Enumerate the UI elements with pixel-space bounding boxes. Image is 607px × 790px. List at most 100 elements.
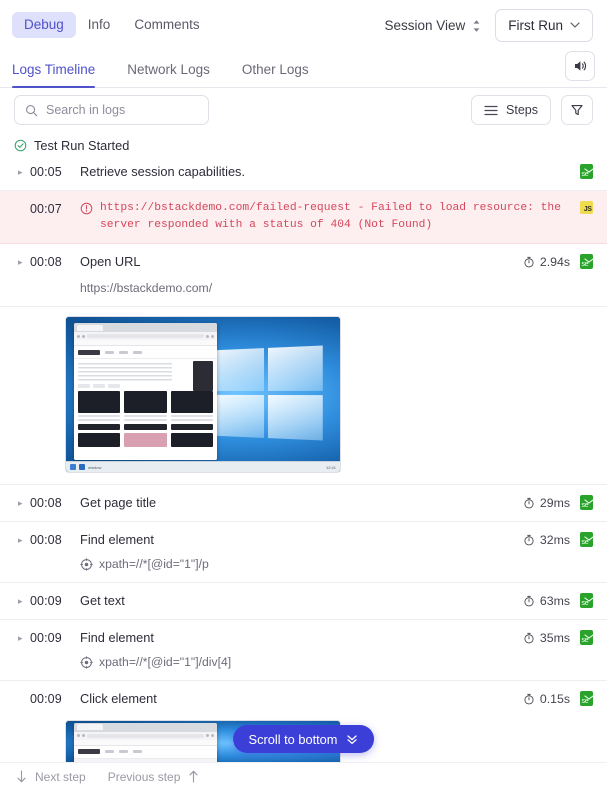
screenshot-thumbnail[interactable]: window 12:41 [66, 317, 340, 472]
log-duration: 2.94s [523, 255, 570, 269]
log-body: Click element [80, 690, 513, 708]
windows-logo [215, 345, 323, 441]
stopwatch-icon [523, 595, 535, 607]
search-input[interactable]: Search in logs [14, 95, 209, 125]
stopwatch-icon [523, 497, 535, 509]
log-right-meta: 29ms [513, 494, 593, 510]
tab-network-logs[interactable]: Network Logs [127, 62, 210, 87]
site-body [74, 359, 217, 460]
session-view-selector[interactable]: Session View [384, 18, 481, 33]
table-row[interactable]: ▸ 00:08 Get page title 29ms [0, 485, 607, 522]
log-right-meta: 63ms [513, 592, 593, 608]
selenium-badge-icon [580, 691, 593, 706]
log-label: Retrieve session capabilities. [80, 164, 246, 179]
log-timestamp: 00:09 [30, 631, 62, 645]
log-right-meta [570, 163, 593, 179]
log-duration-text: 32ms [539, 532, 570, 547]
log-duration-text: 2.94s [539, 254, 570, 269]
topnav-item-comments[interactable]: Comments [122, 12, 211, 38]
target-locator-icon [80, 655, 93, 669]
table-row[interactable]: ▸ 00:05 Retrieve session capabilities. [0, 154, 607, 191]
arrow-down-icon [16, 770, 27, 783]
log-timestamp: 00:08 [30, 496, 62, 510]
site-header [74, 346, 217, 360]
run-selector-button[interactable]: First Run [495, 8, 593, 42]
arrow-up-icon [188, 770, 199, 783]
stopwatch-icon [523, 534, 535, 546]
scroll-to-bottom-label: Scroll to bottom [248, 731, 338, 747]
scroll-to-bottom-button[interactable]: Scroll to bottom [232, 725, 375, 753]
log-selector-text: xpath=//*[@id="1"]/p [99, 557, 209, 571]
table-row[interactable]: ▸ 00:08 Open URL https://bstackdemo.com/ [0, 244, 607, 307]
table-row[interactable]: ▸ 00:09 Get text 63ms [0, 583, 607, 620]
topnav-item-debug[interactable]: Debug [12, 12, 76, 38]
sound-toggle-button[interactable] [565, 51, 595, 81]
steps-button[interactable]: Steps [471, 95, 551, 125]
browser-addressbar [74, 731, 217, 740]
selenium-badge-icon [580, 495, 593, 510]
debug-session-panel: Debug Info Comments Session View First R… [0, 0, 607, 790]
expand-caret-icon[interactable]: ▸ [14, 592, 30, 610]
previous-step-label: Previous step [107, 769, 181, 784]
log-label: Get text [80, 593, 125, 608]
test-run-started-label: Test Run Started [34, 138, 130, 153]
log-timestamp: 00:09 [30, 594, 62, 608]
log-body: Find element xpath=//*[@id="1"]/p [80, 531, 513, 573]
site-header [74, 745, 217, 759]
tab-other-logs[interactable]: Other Logs [242, 62, 309, 87]
log-timestamp: 00:07 [30, 202, 62, 216]
stopwatch-icon [523, 693, 535, 705]
error-circle-icon [80, 200, 93, 215]
previous-step-button[interactable]: Previous step [108, 770, 200, 784]
log-body: https://bstackdemo.com/failed-request - … [80, 200, 570, 234]
log-duration: 63ms [523, 594, 570, 608]
table-row[interactable]: 00:09 Click element 0.15s [0, 681, 607, 717]
next-step-label: Next step [35, 769, 86, 784]
expand-caret-icon[interactable]: ▸ [14, 253, 30, 271]
log-duration: 29ms [523, 496, 570, 510]
expand-caret-icon[interactable]: ▸ [14, 494, 30, 512]
chevron-down-icon [570, 22, 580, 28]
target-locator-icon [80, 557, 93, 571]
log-selector: xpath=//*[@id="1"]/div[4] [80, 653, 513, 671]
log-selector: xpath=//*[@id="1"]/p [80, 555, 513, 573]
log-timestamp: 00:08 [30, 533, 62, 547]
log-right-meta [570, 200, 593, 214]
logs-toolbar: Search in logs Steps [0, 88, 607, 132]
topnav-item-info[interactable]: Info [76, 12, 123, 38]
log-label: Open URL [80, 254, 141, 269]
selenium-badge-icon [580, 630, 593, 645]
windows-taskbar: window 12:41 [66, 461, 340, 472]
table-row[interactable]: ▸ 00:08 Find element xpath=//*[@id="1"]/… [0, 522, 607, 583]
log-timestamp: 00:09 [30, 692, 62, 706]
log-right-meta: 2.94s [513, 253, 593, 269]
expand-caret-icon[interactable]: ▸ [14, 629, 30, 647]
log-right-meta: 32ms [513, 531, 593, 547]
filter-button[interactable] [561, 95, 593, 125]
selenium-badge-icon [580, 254, 593, 269]
selenium-badge-icon [580, 164, 593, 179]
next-step-button[interactable]: Next step [16, 770, 86, 784]
check-circle-icon [14, 139, 27, 152]
log-body: Retrieve session capabilities. [80, 163, 570, 181]
screenshot-row: window 12:41 [0, 317, 607, 485]
step-navigation-bar: Next step Previous step [0, 762, 607, 790]
screenshot-thumbnail-wrapper[interactable]: window 12:41 [0, 317, 607, 472]
logs-timeline-list[interactable]: ▸ 00:05 Retrieve session capabilities. 0… [0, 132, 607, 762]
error-message-wrapper: https://bstackdemo.com/failed-request - … [80, 200, 570, 234]
expand-caret-icon[interactable]: ▸ [14, 531, 30, 549]
top-navigation-bar: Debug Info Comments Session View First R… [0, 0, 607, 50]
log-timestamp: 00:05 [30, 165, 62, 179]
table-row[interactable]: ▸ 00:09 Find element xpath=//*[@id="1"]/… [0, 620, 607, 681]
tab-logs-timeline[interactable]: Logs Timeline [12, 62, 96, 88]
speaker-icon [572, 58, 588, 74]
expand-caret-icon[interactable]: ▸ [14, 163, 30, 181]
run-selector-label: First Run [508, 17, 563, 33]
log-body: Get text [80, 592, 513, 610]
log-label: Get page title [80, 495, 157, 510]
log-duration: 35ms [523, 631, 570, 645]
search-placeholder: Search in logs [46, 103, 126, 117]
steps-button-label: Steps [506, 103, 538, 117]
log-selector-text: xpath=//*[@id="1"]/div[4] [99, 655, 232, 669]
table-row[interactable]: 00:07 https://bstackdemo.com/failed-requ… [0, 191, 607, 244]
